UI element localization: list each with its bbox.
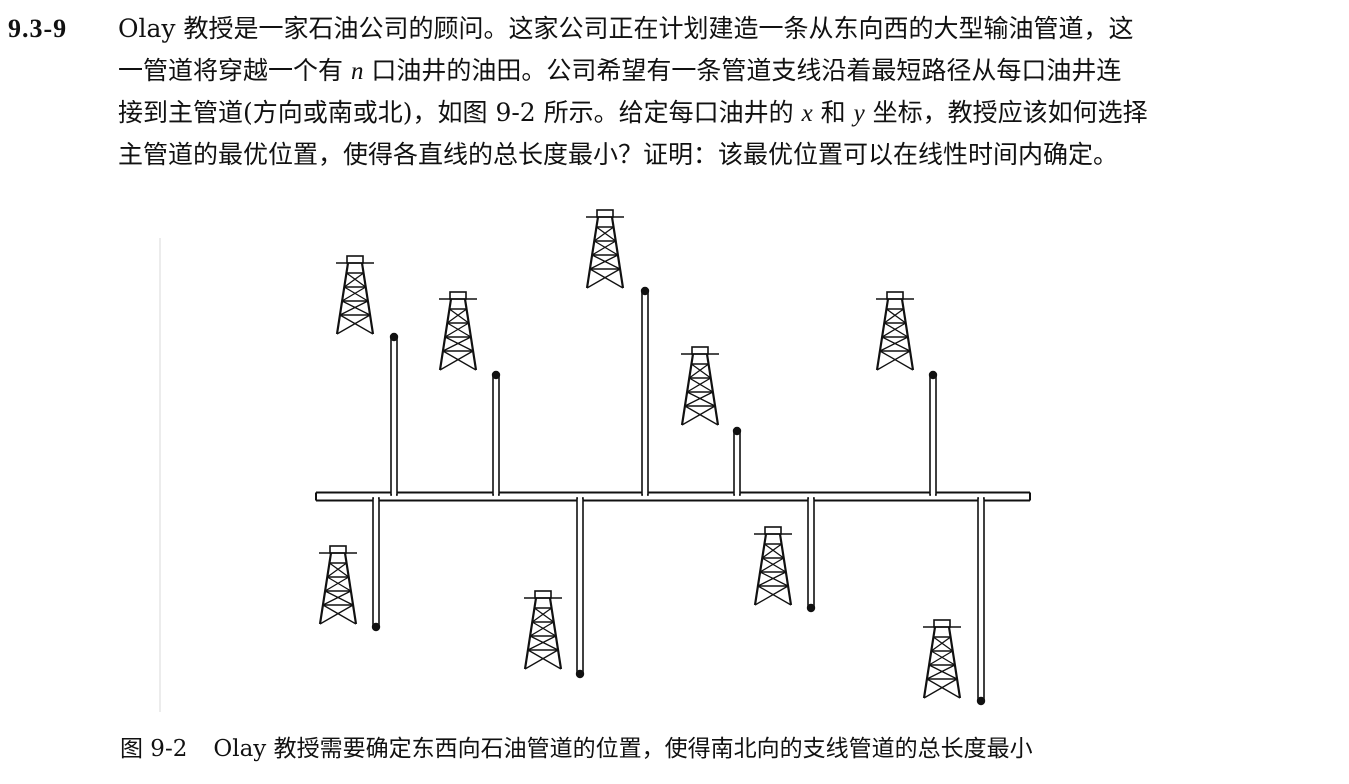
oil-derrick-icon — [752, 525, 794, 607]
main-pipeline — [315, 491, 1031, 502]
branch-north-3 — [640, 286, 650, 496]
variable-y: y — [853, 100, 865, 127]
oil-derrick-icon — [437, 290, 479, 372]
branch-north-4 — [732, 426, 742, 496]
problem-number: 9.3-9 — [8, 14, 68, 43]
problem-line-1: Olay 教授是一家石油公司的顾问。这家公司正在计划建造一条从东向西的大型输油管… — [118, 14, 1134, 43]
oil-derrick-icon — [921, 618, 963, 700]
oil-derrick-icon — [334, 254, 376, 336]
variable-x: x — [801, 100, 813, 127]
branch-south-4 — [976, 497, 986, 706]
problem-statement: 9.3-9 Olay 教授是一家石油公司的顾问。这家公司正在计划建造一条从东向西… — [0, 0, 1349, 200]
oil-derrick-icon — [522, 589, 564, 671]
oil-derrick-icon — [584, 208, 626, 290]
figure-caption: 图 9-2 Olay 教授需要确定东西向石油管道的位置，使得南北向的支线管道的总长… — [120, 733, 1033, 765]
branch-north-5 — [928, 370, 938, 496]
problem-line-2: 一管道将穿越一个有 n 口油井的油田。公司希望有一条管道支线沿着最短路径从每口油… — [118, 56, 1122, 85]
oil-derrick-icon — [317, 544, 359, 626]
branch-south-3 — [806, 497, 816, 613]
figure-label: 图 9-2 — [120, 736, 188, 762]
branch-north-1 — [389, 332, 399, 496]
oil-derrick-icon — [679, 345, 721, 427]
branch-south-2 — [575, 497, 585, 679]
problem-line-3: 接到主管道(方向或南或北)，如图 9-2 所示。给定每口油井的 x 和 y 坐标… — [118, 98, 1148, 127]
pipeline-figure — [159, 208, 1031, 712]
variable-n: n — [350, 58, 364, 85]
figure-caption-text: Olay 教授需要确定东西向石油管道的位置，使得南北向的支线管道的总长度最小 — [213, 736, 1033, 762]
problem-line-4: 主管道的最优位置，使得各直线的总长度最小？证明：该最优位置可以在线性时间内确定。 — [118, 140, 1119, 169]
branch-south-1 — [371, 497, 381, 632]
oil-derrick-icon — [874, 290, 916, 372]
branch-north-2 — [491, 370, 501, 496]
